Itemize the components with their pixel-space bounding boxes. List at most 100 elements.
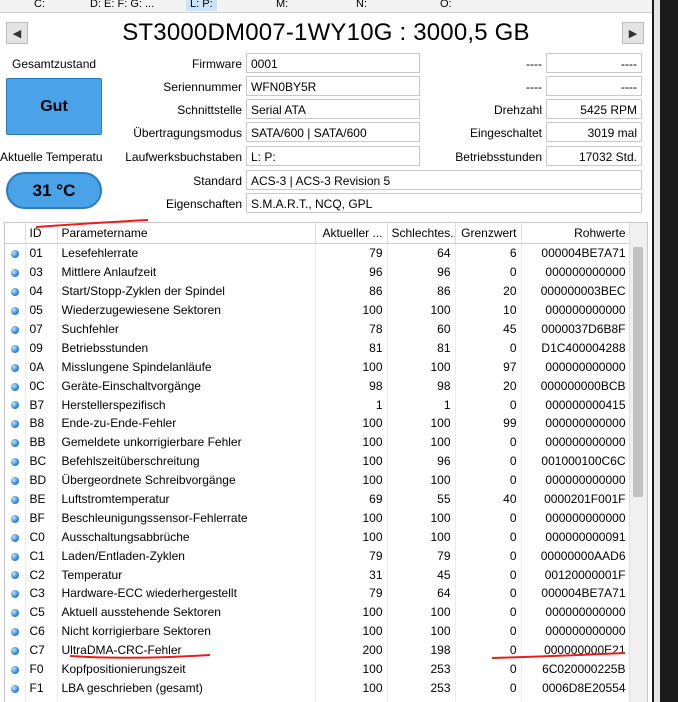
name-cell: Geräte-Einschaltvorgänge <box>57 376 316 396</box>
status-cell <box>5 414 26 433</box>
table-row[interactable]: BE Luftstromtemperatur 69 55 40 0000201F001F <box>5 489 631 509</box>
id-cell: 0A <box>25 357 58 377</box>
status-dot-icon <box>10 533 19 542</box>
threshold-cell: 0 <box>455 659 522 679</box>
status-dot-icon <box>10 382 19 391</box>
temperature-label: Aktuelle Temperatu <box>0 150 102 164</box>
drive-letter-bar: C: D: E: F: G: ... L: P: M: N: O: <box>0 0 652 13</box>
worst-cell: 253 <box>387 659 456 679</box>
col-threshold[interactable]: Grenzwert <box>455 223 522 244</box>
raw-cell: 000000000415 <box>521 395 631 415</box>
table-row[interactable]: BF Beschleunigungssensor-Fehlerrate 100 100… <box>5 508 631 528</box>
header: ◀ ST3000DM007-1WY10G : 3000,5 GB ▶ <box>0 14 652 58</box>
threshold-cell: 45 <box>455 319 522 339</box>
id-cell: C6 <box>25 621 58 641</box>
threshold-cell: 0 <box>455 621 522 641</box>
name-cell: Kopfpositionierungszeit <box>57 659 316 679</box>
status-dot-icon <box>10 269 19 278</box>
raw-cell: 0004DC07C798 <box>521 697 631 702</box>
table-row[interactable]: C0 Ausschaltungsabbrüche 100 100 0 0000000000… <box>5 527 631 547</box>
current-cell: 79 <box>315 243 388 263</box>
drive-tab-m[interactable]: M: <box>276 0 288 11</box>
table-row[interactable]: 01 Lesefehlerrate 79 64 6 000004BE7A71 <box>5 243 631 263</box>
table-row[interactable]: BC Befehlszeitüberschreitung 100 96 0 0010001… <box>5 451 631 471</box>
table-scrollbar[interactable] <box>629 223 647 702</box>
table-row[interactable]: 04 Start/Stopp-Zyklen der Spindel 86 86 20 00… <box>5 281 631 301</box>
raw-cell: 6C020000225B <box>521 659 631 679</box>
threshold-cell: 6 <box>455 243 522 263</box>
name-cell: Ende-zu-Ende-Fehler <box>57 414 316 433</box>
status-cell <box>5 489 26 509</box>
status-dot-icon <box>10 306 19 315</box>
col-raw[interactable]: Rohwerte <box>521 223 631 244</box>
table-row[interactable]: BB Gemeldete unkorrigierbare Fehler 100 100… <box>5 432 631 452</box>
worst-cell: 60 <box>387 319 456 339</box>
table-row[interactable]: 0A Misslungene Spindelanläufe 100 100 97 0000… <box>5 357 631 377</box>
current-cell: 31 <box>315 565 388 585</box>
col-id[interactable]: ID <box>25 223 58 244</box>
window-edge <box>652 0 678 702</box>
name-cell: Mittlere Anlaufzeit <box>57 262 316 282</box>
threshold-cell: 0 <box>455 565 522 585</box>
drive-tab-c[interactable]: C: <box>34 0 45 11</box>
status-cell <box>5 432 26 452</box>
scroll-thumb[interactable] <box>633 247 643 497</box>
worst-cell: 100 <box>387 300 456 320</box>
col-worst[interactable]: Schlechtes... <box>387 223 456 244</box>
table-row[interactable]: C3 Hardware-ECC wiederhergestellt 79 64 0 000… <box>5 584 631 603</box>
table-row[interactable]: C2 Temperatur 31 45 0 00120000001F <box>5 565 631 585</box>
temperature-status-button[interactable]: 31 °C <box>6 172 102 209</box>
current-cell: 96 <box>315 262 388 282</box>
name-cell: Luftstromtemperatur <box>57 489 316 509</box>
name-cell: Aktuell ausstehende Sektoren <box>57 602 316 622</box>
table-row[interactable]: B7 Herstellerspezifisch 1 1 0 000000000415 <box>5 395 631 415</box>
arrow-left-icon: ◀ <box>12 27 22 40</box>
table-row[interactable]: 09 Betriebsstunden 81 81 0 D1C400004288 <box>5 338 631 358</box>
drive-tab-o[interactable]: O: <box>440 0 452 11</box>
drive-tab-lp[interactable]: L: P: <box>186 0 217 11</box>
current-cell: 100 <box>315 697 388 702</box>
table-row[interactable]: B8 Ende-zu-Ende-Fehler 100 100 99 00000000000… <box>5 414 631 433</box>
prev-disk-button[interactable]: ◀ <box>6 22 28 44</box>
table-row[interactable]: F2LBA gelesen (gesamt)10025300004DC07C79… <box>5 697 631 702</box>
drive-letters-label: Laufwerksbuchstaben <box>125 150 242 164</box>
id-cell: 04 <box>25 281 58 301</box>
table-row[interactable]: 05 Wiederzugewiesene Sektoren 100 100 10 0000… <box>5 300 631 320</box>
current-cell: 98 <box>315 376 388 396</box>
status-cell <box>5 376 26 396</box>
next-disk-button[interactable]: ▶ <box>622 22 644 44</box>
table-row[interactable]: 03 Mittlere Anlaufzeit 96 96 0 000000000000 <box>5 262 631 282</box>
table-row[interactable]: F1 LBA geschrieben (gesamt) 100 253 0 0006D8E… <box>5 678 631 698</box>
table-row[interactable]: C6 Nicht korrigierbare Sektoren 100 100 0 000… <box>5 621 631 641</box>
threshold-cell: 0 <box>455 640 522 660</box>
disk-title: ST3000DM007-1WY10G : 3000,5 GB <box>122 19 530 46</box>
health-status-button[interactable]: Gut <box>6 78 102 135</box>
current-cell: 1 <box>315 395 388 415</box>
id-cell: BF <box>25 508 58 528</box>
status-dot-icon <box>10 646 19 655</box>
name-cell: Ausschaltungsabbrüche <box>57 527 316 547</box>
table-row[interactable]: 0C Geräte-Einschaltvorgänge 98 98 20 00000000… <box>5 376 631 396</box>
rpm-label: Drehzahl <box>493 103 542 117</box>
col-current[interactable]: Aktueller ... <box>315 223 388 244</box>
name-cell: Wiederzugewiesene Sektoren <box>57 300 316 320</box>
col-name[interactable]: Parametername <box>57 223 316 244</box>
current-cell: 100 <box>315 432 388 452</box>
id-cell: C0 <box>25 527 58 547</box>
table-row[interactable]: 07 Suchfehler 78 60 45 0000037D6B8F <box>5 319 631 339</box>
threshold-cell: 0 <box>455 432 522 452</box>
current-cell: 79 <box>315 546 388 566</box>
threshold-cell: 0 <box>455 451 522 471</box>
table-row[interactable]: C7 UltraDMA-CRC-Fehler 200 198 0 000000000E21 <box>5 640 631 660</box>
drive-tab-d[interactable]: D: E: F: G: ... <box>90 0 154 11</box>
table-row[interactable]: C1 Laden/Entladen-Zyklen 79 79 0 00000000AAD6 <box>5 546 631 566</box>
col-status[interactable] <box>5 223 26 244</box>
raw-cell: 000000000000 <box>521 470 631 490</box>
table-row[interactable]: BD Übergeordnete Schreibvorgänge 100 100 0 00… <box>5 470 631 490</box>
table-row[interactable]: C5 Aktuell ausstehende Sektoren 100 100 0 000… <box>5 602 631 622</box>
table-row[interactable]: F0 Kopfpositionierungszeit 100 253 0 6C020000… <box>5 659 631 679</box>
name-cell: Gemeldete unkorrigierbare Fehler <box>57 432 316 452</box>
name-cell: Herstellerspezifisch <box>57 395 316 415</box>
raw-cell: 000000000000 <box>521 602 631 622</box>
drive-tab-n[interactable]: N: <box>356 0 367 11</box>
